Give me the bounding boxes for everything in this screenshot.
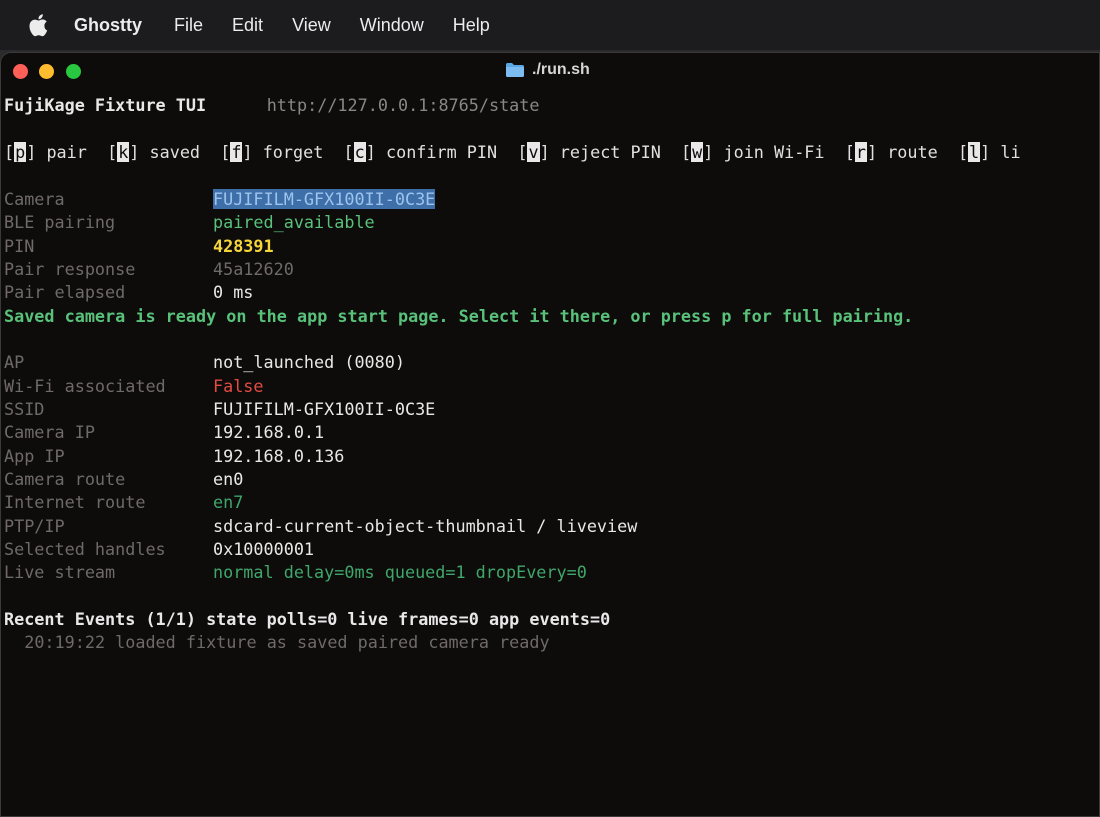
row-pair-elapsed: Pair elapsed 0 ms — [4, 281, 253, 304]
row-camera-route: Camera route en0 — [4, 468, 243, 491]
pair-elapsed-value: 0 ms — [213, 282, 254, 302]
window-title-text: ./run.sh — [532, 61, 590, 78]
cmd-key: f — [230, 142, 243, 162]
field-label: Camera — [4, 189, 65, 209]
cmd-label: saved — [149, 142, 201, 162]
row-internet-route: Internet route en7 — [4, 491, 243, 514]
pair-response-value: 45a12620 — [213, 259, 294, 279]
menu-view[interactable]: View — [292, 15, 331, 36]
row-ap: AP not_launched (0080) — [4, 351, 405, 374]
ap-value: not_launched (0080) — [213, 352, 405, 372]
cmd-key: c — [353, 142, 366, 162]
field-label: Wi-Fi associated — [4, 376, 166, 396]
cmd-join-wifi[interactable]: [w] join Wi-Fi — [681, 142, 825, 162]
row-ssid: SSID FUJIFILM-GFX100II-0C3E — [4, 398, 435, 421]
camera-route-value: en0 — [213, 469, 244, 489]
tui-app-title: FujiKage Fixture TUI — [4, 95, 207, 115]
field-label: Selected handles — [4, 539, 166, 559]
internet-route-value: en7 — [213, 492, 244, 512]
apple-logo-icon[interactable] — [24, 12, 52, 38]
camera-ip-value: 192.168.0.1 — [213, 422, 325, 442]
pin-value: 428391 — [213, 236, 274, 256]
live-stream-value: normal delay=0ms queued=1 dropEvery=0 — [213, 562, 587, 582]
cmd-pair[interactable]: [p] pair — [4, 142, 87, 162]
cmd-key: p — [14, 142, 27, 162]
status-message: Saved camera is ready on the app start p… — [4, 306, 914, 326]
cmd-key: r — [854, 142, 867, 162]
menu-bar: Ghostty File Edit View Window Help — [0, 0, 1100, 50]
cmd-saved[interactable]: [k] saved — [107, 142, 200, 162]
field-label: Internet route — [4, 492, 146, 512]
menu-file[interactable]: File — [174, 15, 203, 36]
menu-edit[interactable]: Edit — [232, 15, 263, 36]
events-header: Recent Events (1/1) state polls=0 live f… — [4, 609, 611, 629]
app-ip-value: 192.168.0.136 — [213, 446, 345, 466]
cmd-key: k — [117, 142, 130, 162]
minimize-button[interactable] — [39, 64, 54, 79]
cmd-reject-pin[interactable]: [v] reject PIN — [517, 142, 661, 162]
event-text: 20:19:22 loaded fixture as saved paired … — [24, 632, 550, 652]
cmd-label: confirm PIN — [385, 142, 498, 162]
row-ble-pairing: BLE pairing paired_available — [4, 211, 375, 234]
row-pair-response: Pair response 45a12620 — [4, 258, 294, 281]
tui-header: FujiKage Fixture TUI http://127.0.0.1:87… — [4, 94, 540, 117]
field-label: Camera IP — [4, 422, 95, 442]
cmd-live[interactable]: [l] li — [958, 142, 1021, 162]
field-label: AP — [4, 352, 25, 372]
event-item: 20:19:22 loaded fixture as saved paired … — [4, 631, 550, 654]
field-label: PIN — [4, 236, 35, 256]
cmd-label: route — [887, 142, 938, 162]
row-pin: PIN 428391 — [4, 235, 274, 258]
ble-pairing-value: paired_available — [213, 212, 375, 232]
tui-state-url: http://127.0.0.1:8765/state — [266, 95, 540, 115]
zoom-button[interactable] — [66, 64, 81, 79]
ptpip-value: sdcard-current-object-thumbnail / livevi… — [213, 516, 638, 536]
menu-help[interactable]: Help — [453, 15, 490, 36]
wifi-associated-value: False — [213, 376, 264, 396]
camera-name-value[interactable]: FUJIFILM-GFX100II-0C3E — [213, 189, 436, 209]
field-label: SSID — [4, 399, 45, 419]
row-app-ip: App IP 192.168.0.136 — [4, 445, 344, 468]
row-wifi-associated: Wi-Fi associated False — [4, 375, 264, 398]
row-selected-handles: Selected handles 0x10000001 — [4, 538, 314, 561]
folder-icon — [506, 63, 524, 77]
field-label: Live stream — [4, 562, 116, 582]
terminal-window: ./run.sh FujiKage Fixture TUI http://127… — [0, 52, 1100, 817]
cmd-key: v — [527, 142, 540, 162]
field-label: PTP/IP — [4, 516, 65, 536]
field-label: App IP — [4, 446, 65, 466]
selected-handles-value: 0x10000001 — [213, 539, 315, 559]
cmd-route[interactable]: [r] route — [845, 142, 938, 162]
row-ptpip: PTP/IP sdcard-current-object-thumbnail / … — [4, 515, 637, 538]
field-label: Pair elapsed — [4, 282, 126, 302]
terminal-content[interactable]: FujiKage Fixture TUI http://127.0.0.1:87… — [4, 94, 1021, 714]
cmd-key: l — [968, 142, 981, 162]
cmd-confirm-pin[interactable]: [c] confirm PIN — [344, 142, 498, 162]
ssid-value: FUJIFILM-GFX100II-0C3E — [213, 399, 436, 419]
cmd-label: pair — [46, 142, 87, 162]
row-camera: Camera FUJIFILM-GFX100II-0C3E — [4, 188, 436, 211]
field-label: Camera route — [4, 469, 126, 489]
field-label: BLE pairing — [4, 212, 116, 232]
row-camera-ip: Camera IP 192.168.0.1 — [4, 421, 324, 444]
cmd-label: reject PIN — [559, 142, 661, 162]
row-live-stream: Live stream normal delay=0ms queued=1 dro… — [4, 561, 587, 584]
cmd-label: join Wi-Fi — [723, 142, 825, 162]
cmd-key: w — [691, 142, 704, 162]
cmd-label: li — [1000, 142, 1021, 162]
cmd-label: forget — [262, 142, 324, 162]
close-button[interactable] — [13, 64, 28, 79]
window-title: ./run.sh — [505, 61, 590, 79]
command-bar: [p] pair [k] saved [f] forget [c] confir… — [4, 141, 1021, 164]
menu-window[interactable]: Window — [360, 15, 424, 36]
field-label: Pair response — [4, 259, 136, 279]
cmd-forget[interactable]: [f] forget — [220, 142, 323, 162]
title-bar: ./run.sh — [1, 53, 1099, 89]
menu-app-name[interactable]: Ghostty — [74, 15, 142, 36]
